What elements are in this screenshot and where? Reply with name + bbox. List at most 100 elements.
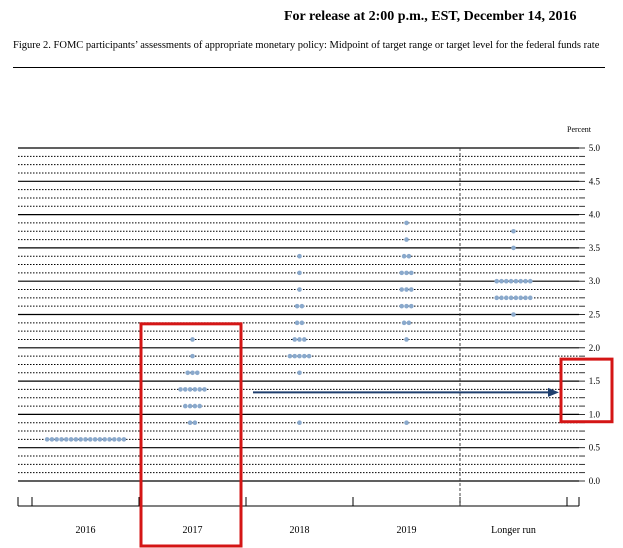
dot bbox=[508, 278, 514, 284]
dot-plot-chart: 0.0 0.5 1.0 1.5 2.0 2.5 3.0 3.5 4.0 4.5 5.0 Percent… bbox=[17, 125, 614, 548]
dot bbox=[401, 320, 407, 326]
dot bbox=[399, 270, 405, 276]
dot bbox=[518, 295, 523, 301]
dot bbox=[197, 403, 202, 409]
y-tick-label: 2.5 bbox=[589, 310, 601, 320]
dot bbox=[404, 287, 409, 292]
dot bbox=[88, 437, 93, 442]
y-tick-label: 2.0 bbox=[589, 343, 601, 353]
dot bbox=[401, 253, 407, 259]
dot bbox=[59, 437, 64, 442]
dot bbox=[406, 320, 412, 326]
annotations bbox=[139, 322, 614, 548]
dot bbox=[297, 287, 302, 292]
dot bbox=[185, 370, 190, 376]
dot bbox=[399, 303, 405, 309]
dot bbox=[404, 220, 409, 226]
y-tick-label: 4.0 bbox=[589, 210, 601, 220]
dot bbox=[511, 312, 516, 317]
dot bbox=[302, 353, 307, 359]
dot bbox=[178, 387, 183, 392]
dot bbox=[511, 228, 516, 234]
dot bbox=[187, 420, 193, 426]
dot bbox=[187, 387, 193, 392]
x-category-label: 2019 bbox=[397, 525, 417, 536]
dot bbox=[409, 287, 414, 292]
dot bbox=[116, 437, 122, 442]
dot bbox=[192, 420, 198, 426]
dot bbox=[404, 337, 409, 342]
dot bbox=[287, 353, 293, 359]
dot bbox=[190, 337, 195, 342]
dot bbox=[297, 337, 302, 342]
dot bbox=[294, 303, 300, 309]
dot bbox=[68, 437, 74, 442]
dot bbox=[192, 387, 198, 392]
dot bbox=[499, 278, 504, 284]
dot bbox=[83, 437, 88, 442]
dot bbox=[523, 278, 528, 284]
dot bbox=[54, 437, 59, 442]
dot bbox=[518, 278, 523, 284]
dot bbox=[409, 303, 414, 309]
x-category-label: Longer run bbox=[491, 525, 536, 536]
y-tick-label: 1.0 bbox=[589, 409, 601, 419]
dot bbox=[306, 353, 312, 359]
y-axis-label: Percent bbox=[567, 125, 592, 134]
x-category-label: 2016 bbox=[76, 525, 96, 536]
dot bbox=[187, 403, 193, 409]
dot bbox=[297, 370, 302, 376]
y-tick-label: 3.5 bbox=[589, 243, 601, 253]
dot bbox=[404, 237, 409, 242]
dot bbox=[523, 295, 528, 301]
dot bbox=[44, 437, 50, 442]
dot bbox=[297, 253, 302, 259]
dot bbox=[399, 287, 405, 292]
dot bbox=[197, 387, 202, 392]
dot bbox=[202, 387, 207, 392]
x-category-label: 2017 bbox=[183, 525, 203, 536]
dot bbox=[183, 403, 188, 409]
dot bbox=[299, 303, 305, 309]
dot bbox=[190, 370, 195, 376]
dot bbox=[504, 295, 509, 301]
dot bbox=[195, 370, 200, 376]
dot bbox=[513, 295, 519, 301]
dot bbox=[192, 403, 198, 409]
axes: 0.0 0.5 1.0 1.5 2.0 2.5 3.0 3.5 4.0 4.5 5.0 Percent… bbox=[17, 125, 601, 536]
dot bbox=[499, 295, 504, 301]
dot bbox=[78, 437, 83, 442]
dot bbox=[494, 295, 500, 301]
dot bbox=[49, 437, 55, 442]
dot bbox=[511, 245, 516, 251]
dot bbox=[513, 278, 519, 284]
gridlines bbox=[18, 147, 579, 482]
dot bbox=[102, 437, 107, 442]
dot bbox=[292, 337, 298, 342]
dot bbox=[528, 295, 533, 301]
dot bbox=[299, 320, 305, 326]
dot bbox=[73, 437, 79, 442]
dot bbox=[294, 320, 300, 326]
dot bbox=[183, 387, 188, 392]
dot bbox=[121, 437, 127, 442]
highlight-box-axis bbox=[559, 357, 614, 424]
dot bbox=[404, 270, 409, 276]
dot bbox=[190, 353, 195, 359]
dot bbox=[297, 353, 302, 359]
dot bbox=[292, 353, 298, 359]
dot bbox=[302, 337, 307, 342]
y-tick-label: 5.0 bbox=[589, 143, 601, 153]
dot bbox=[404, 303, 409, 309]
y-tick-label: 3.0 bbox=[589, 276, 601, 286]
dot bbox=[297, 420, 302, 426]
dot bbox=[409, 270, 414, 276]
y-tick-label: 4.5 bbox=[589, 176, 601, 186]
dot bbox=[508, 295, 514, 301]
dot bbox=[107, 437, 112, 442]
x-category-label: 2018 bbox=[290, 525, 310, 536]
dot bbox=[494, 278, 500, 284]
dot bbox=[92, 437, 98, 442]
dot bbox=[504, 278, 509, 284]
dot bbox=[297, 270, 302, 276]
